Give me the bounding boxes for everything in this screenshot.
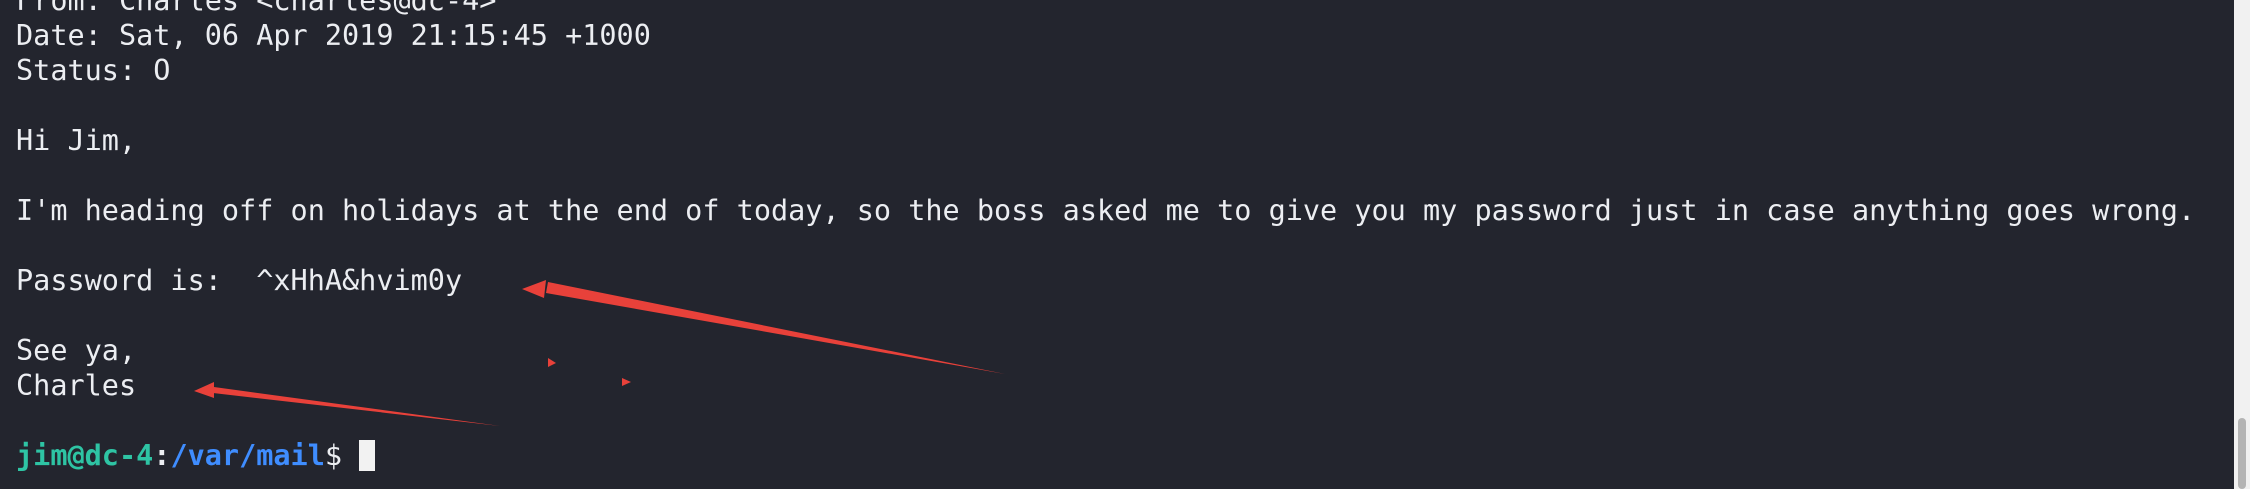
prompt-symbol: $	[324, 439, 360, 472]
mail-signoff-line: See ya,	[16, 334, 137, 367]
mail-status-line: Status: O	[16, 54, 171, 87]
mail-body-line: I'm heading off on holidays at the end o…	[16, 194, 2196, 227]
text-cursor[interactable]	[359, 440, 376, 471]
terminal-window[interactable]: From: Charles <charles@dc-4> Date: Sat, …	[0, 0, 2234, 489]
mail-date-line: Date: Sat, 06 Apr 2019 21:15:45 +1000	[16, 19, 651, 52]
mail-from-line: From: Charles <charles@dc-4>	[16, 0, 497, 17]
prompt-user-host: jim@dc-4	[16, 439, 154, 472]
mail-signature-line: Charles	[16, 369, 137, 402]
scrollbar-thumb[interactable]	[2238, 418, 2246, 489]
prompt-separator: :	[153, 439, 171, 472]
vertical-scrollbar[interactable]	[2234, 0, 2250, 489]
prompt-path: /var/mail	[170, 439, 325, 472]
shell-prompt-line[interactable]: jim@dc-4:/var/mail$	[16, 438, 2195, 473]
terminal-output: From: Charles <charles@dc-4> Date: Sat, …	[16, 0, 2195, 473]
mail-password-line: Password is: ^xHhA&hvim0y	[16, 264, 463, 297]
mail-greeting-line: Hi Jim,	[16, 124, 137, 157]
